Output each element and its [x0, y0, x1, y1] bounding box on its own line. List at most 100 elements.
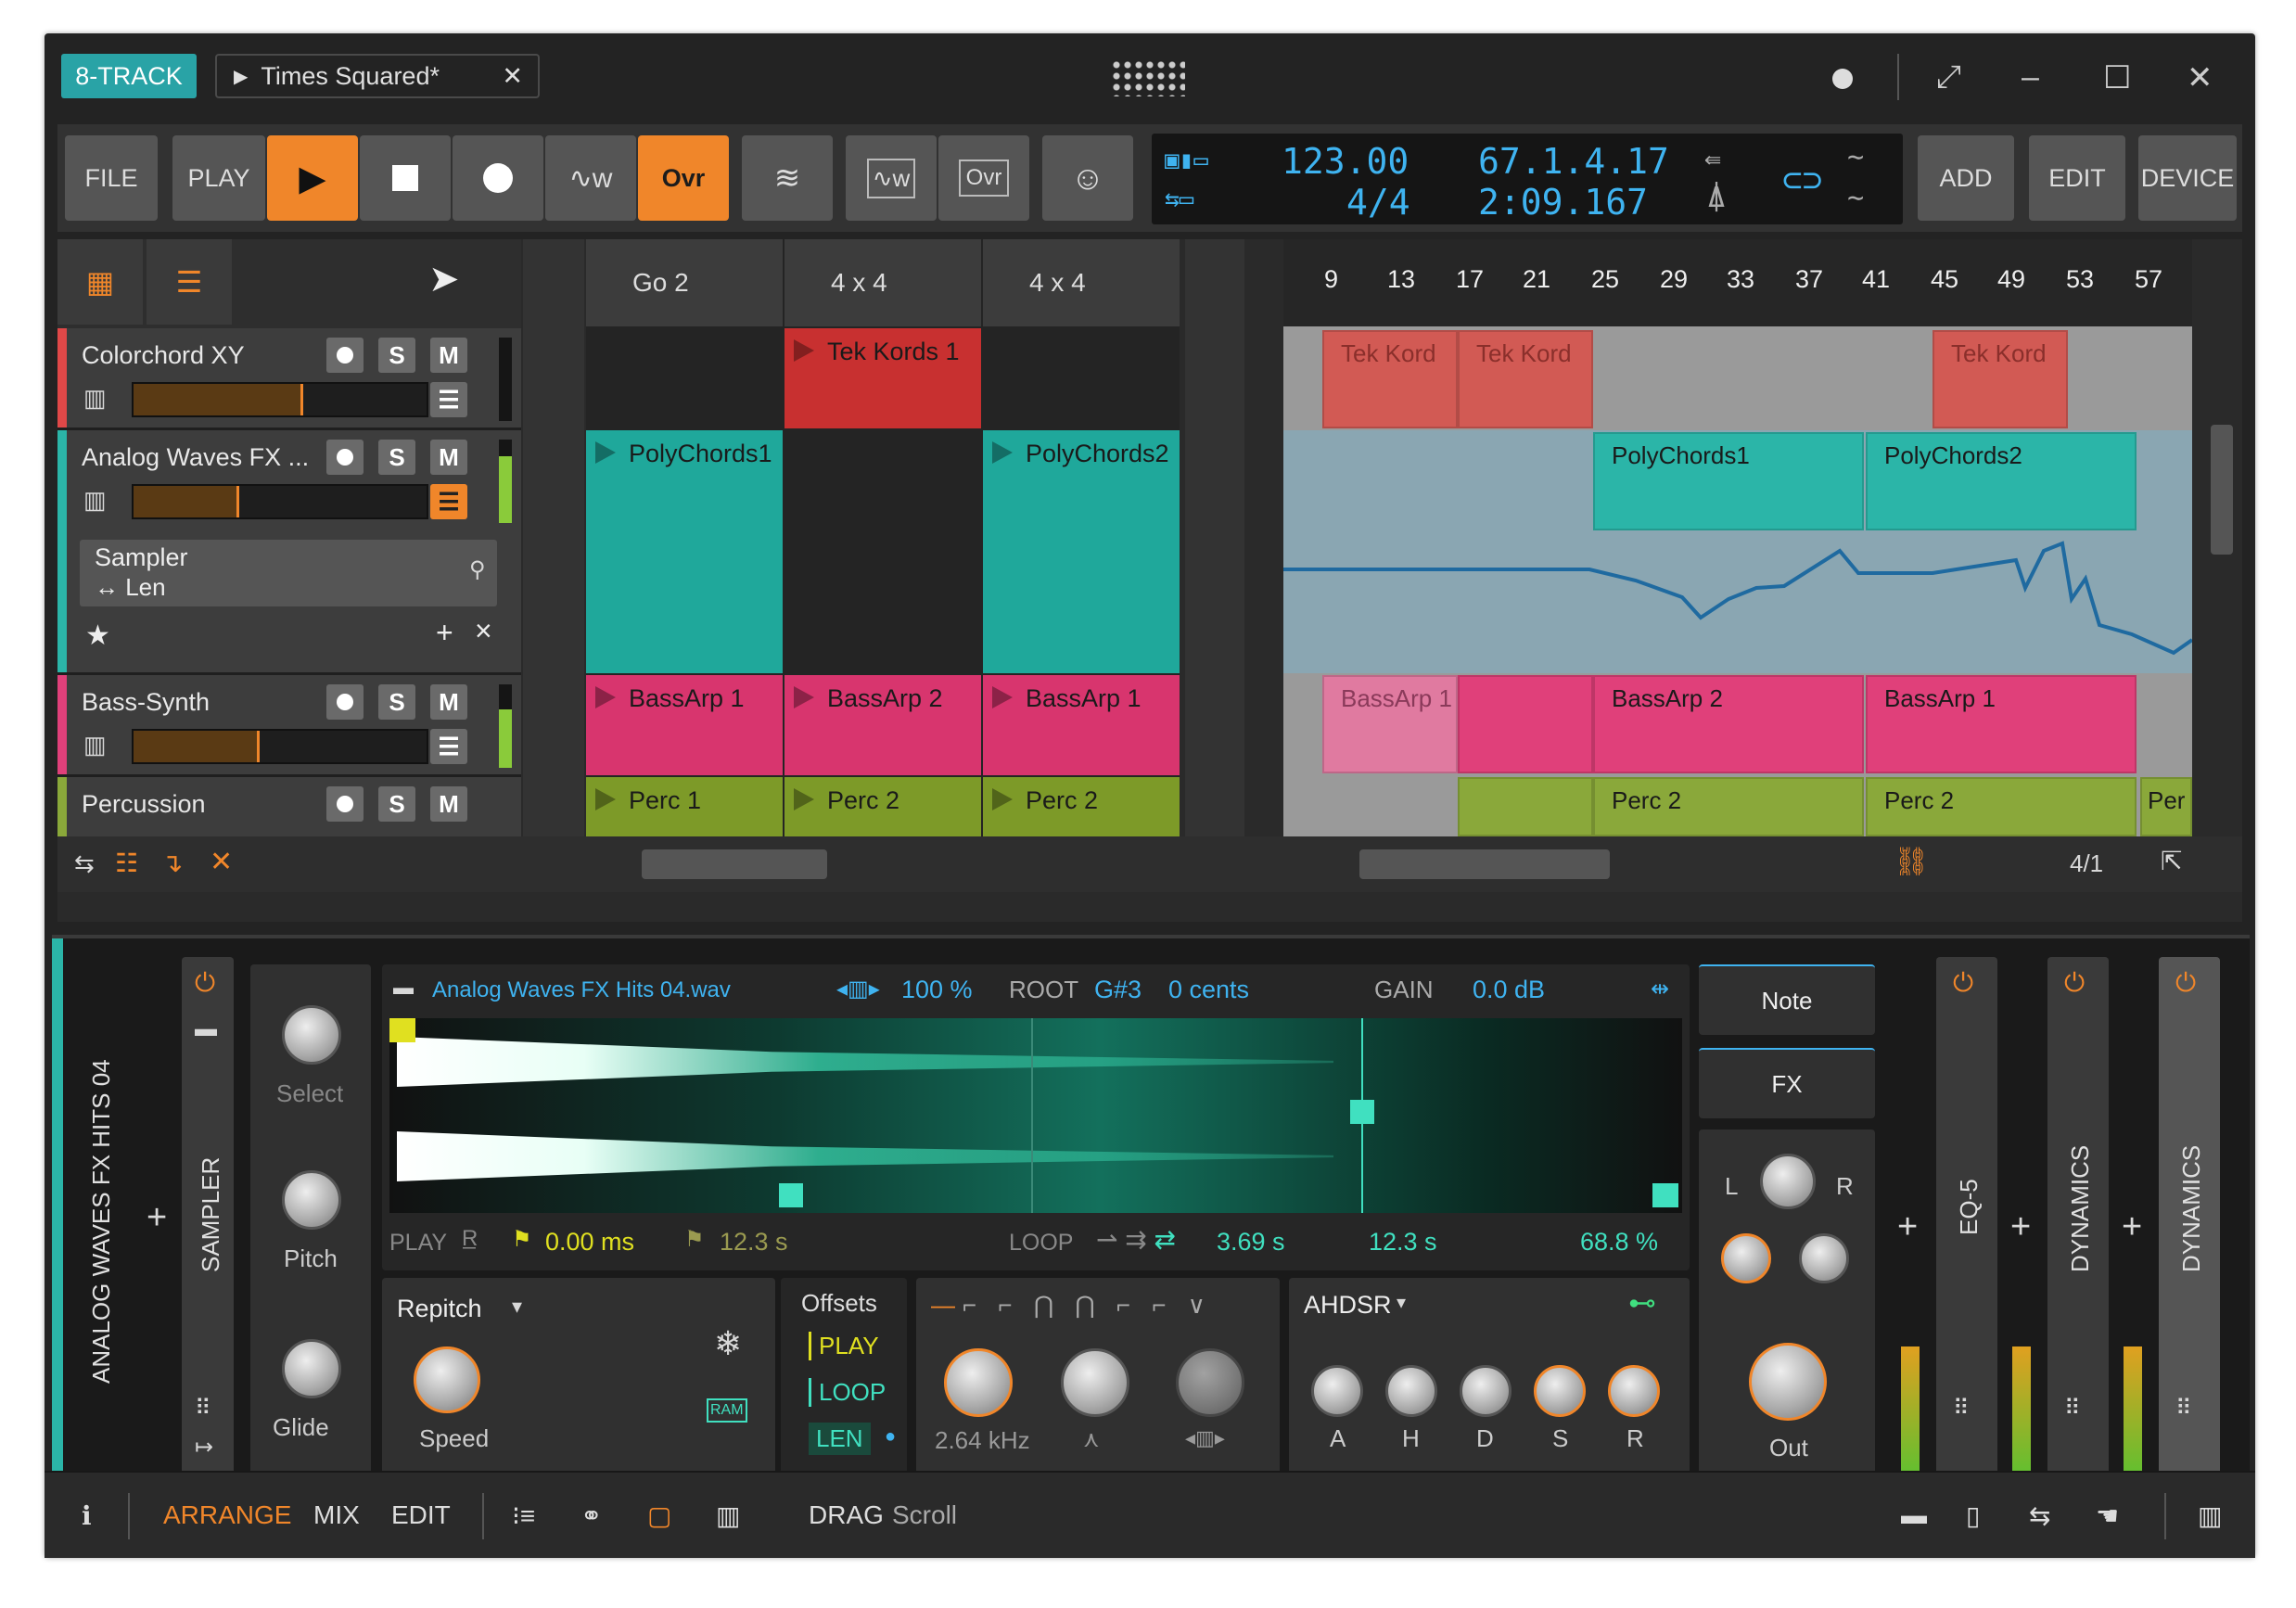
decay-knob[interactable] — [1460, 1365, 1512, 1417]
dots-icon[interactable]: ⠿ — [2175, 1395, 2192, 1422]
star-icon[interactable]: ★ — [85, 619, 110, 652]
track-name[interactable]: Percussion — [82, 790, 206, 819]
modulation-icon[interactable]: ⚭ — [580, 1500, 602, 1531]
add-button[interactable]: ADD — [1918, 135, 2014, 221]
folder-icon[interactable]: ▬ — [195, 1016, 217, 1042]
file-button[interactable]: FILE — [65, 135, 158, 221]
clip-bassarp-1[interactable]: BassArp 1 — [586, 675, 783, 775]
position-bars[interactable]: 67.1.4.17 — [1478, 141, 1669, 182]
note-tab[interactable]: Note — [1699, 964, 1875, 1035]
browser-icon[interactable]: ▬ — [1901, 1500, 1927, 1530]
end-marker[interactable] — [1652, 1183, 1678, 1207]
offset-loop[interactable]: LOOP — [809, 1378, 886, 1407]
punch-out-icon[interactable]: ∼ — [1847, 182, 1864, 214]
info-icon[interactable]: ℹ — [82, 1500, 92, 1531]
sampler-chip[interactable]: Sampler ↔ Len ⚲ — [80, 540, 497, 606]
scene-3[interactable]: 4 x 4 — [983, 239, 1180, 326]
release-icon[interactable]: R̲ — [462, 1226, 478, 1252]
expand-icon[interactable]: ↦ — [195, 1434, 213, 1461]
automation-curve[interactable] — [1283, 532, 2192, 673]
envelope-dropdown-icon[interactable]: ▾ — [1397, 1291, 1406, 1314]
list-view-icon[interactable]: ☰ — [147, 239, 232, 325]
arr-clip-perc-b[interactable]: Perc 2 — [1866, 777, 2137, 836]
track-menu-button[interactable]: ☰ — [430, 729, 467, 764]
mod-knob-1[interactable] — [1721, 1233, 1771, 1283]
sample-start[interactable]: 0.00 ms — [545, 1228, 634, 1257]
project-badge[interactable]: 8-TRACK — [61, 54, 197, 98]
mod-knob-2[interactable] — [1799, 1233, 1849, 1283]
close-tab-icon[interactable]: ✕ — [502, 62, 523, 91]
cents-value[interactable]: 0 cents — [1168, 976, 1249, 1004]
arr-clip-perc-0[interactable] — [1458, 777, 1593, 836]
out-knob[interactable] — [1749, 1343, 1827, 1421]
close-x-icon[interactable]: ✕ — [210, 846, 233, 878]
hold-knob[interactable] — [1385, 1365, 1437, 1417]
scroll-thumb[interactable] — [2211, 425, 2233, 555]
minimize-icon[interactable]: – — [2022, 59, 2039, 96]
arr-clip-perc-a[interactable]: Perc 2 — [1593, 777, 1864, 836]
track-name[interactable]: Analog Waves FX ... — [82, 443, 309, 472]
glide-knob[interactable] — [282, 1339, 341, 1398]
arm-button[interactable] — [326, 786, 364, 822]
power-icon[interactable]: ⏻ — [195, 968, 215, 999]
mode-dropdown-icon[interactable]: ▾ — [512, 1295, 522, 1319]
track-menu-button[interactable]: ☰ — [430, 382, 467, 417]
keyboard-icon[interactable]: ▥ — [2198, 1500, 2222, 1531]
arr-clip-bassarp-c[interactable]: BassArp 1 — [1866, 675, 2137, 773]
zoom-value[interactable]: 4/1 — [2070, 849, 2103, 878]
select-knob[interactable] — [282, 1005, 341, 1065]
hand-icon[interactable]: ☚ — [2096, 1500, 2119, 1531]
arr-clip-tek-b[interactable]: Tek Kord — [1458, 330, 1593, 428]
resonance-knob[interactable] — [1061, 1348, 1129, 1417]
clip-polychords-2[interactable]: PolyChords2 — [983, 430, 1180, 673]
maximize-icon[interactable]: ☐ — [2103, 59, 2131, 96]
loop-start-value[interactable]: 3.69 s — [1217, 1228, 1285, 1257]
volume-fader[interactable] — [132, 382, 428, 417]
arranger-hscroll[interactable] — [1359, 849, 1610, 879]
add-device-icon-3[interactable]: + — [2122, 1207, 2142, 1247]
key-track-knob[interactable] — [1176, 1348, 1244, 1417]
track-menu-button[interactable]: ☰ — [430, 484, 467, 519]
clip-perc-1[interactable]: Perc 1 — [586, 777, 783, 836]
arr-clip-polychords-1[interactable]: PolyChords1 — [1593, 432, 1864, 530]
tap-tempo-icon[interactable]: ⇚ — [1704, 143, 1721, 175]
arr-clip-polychords-2[interactable]: PolyChords2 — [1866, 432, 2137, 530]
arr-clip-tek-c[interactable]: Tek Kord — [1932, 330, 2068, 428]
io-icon[interactable]: ⇆ — [2029, 1500, 2050, 1531]
dots-icon[interactable]: ⠿ — [195, 1395, 211, 1422]
clip-overdub-button[interactable]: Ovr — [938, 135, 1029, 221]
launcher-hscroll[interactable] — [642, 849, 827, 879]
waveform-display[interactable] — [389, 1018, 1682, 1213]
power-icon[interactable]: ⏻ — [1953, 968, 1973, 999]
loop-end-value[interactable]: 12.3 s — [1369, 1228, 1437, 1257]
play-button[interactable]: ▶ — [267, 135, 358, 221]
swap-icon[interactable]: ⇆ — [74, 849, 95, 878]
cutoff-knob[interactable] — [944, 1348, 1013, 1417]
loop-mode-icons[interactable]: ⇀ ⇉ ⇄ — [1096, 1224, 1176, 1255]
gain-value[interactable]: 0.0 dB — [1473, 976, 1545, 1004]
arm-button[interactable] — [326, 684, 364, 720]
loop-fade-marker[interactable] — [1350, 1100, 1374, 1124]
layout-icon[interactable]: ☷ — [115, 848, 138, 878]
track-name[interactable]: Bass-Synth — [82, 688, 210, 717]
vertical-scrollbar[interactable] — [2205, 239, 2239, 836]
start-marker[interactable] — [389, 1018, 415, 1042]
record-dot-icon[interactable] — [1832, 69, 1853, 89]
arm-button[interactable] — [326, 338, 364, 373]
device-panel-icon[interactable]: ▢ — [647, 1500, 671, 1531]
pan-knob[interactable] — [1760, 1154, 1816, 1209]
sample-filename[interactable]: Analog Waves FX Hits 04.wav — [432, 977, 731, 1003]
pointer-tool-icon[interactable]: ➤ — [428, 258, 460, 300]
metronome-icon[interactable]: ⍋ — [1708, 182, 1725, 214]
mute-button[interactable]: M — [430, 684, 467, 720]
close-window-icon[interactable]: ✕ — [2187, 59, 2213, 96]
mute-button[interactable]: M — [430, 338, 467, 373]
ruler[interactable]: 9 13 17 21 25 29 33 37 41 45 49 53 57 — [1283, 239, 2192, 326]
filter-types[interactable]: —⌐ ⌐ ⋂ ⋂ ⌐ ⌐ ∨ — [931, 1291, 1213, 1320]
mute-button[interactable]: M — [430, 440, 467, 475]
mix-tab[interactable]: MIX — [313, 1500, 360, 1530]
clip-bassarp-2[interactable]: BassArp 2 — [784, 675, 981, 775]
track-name[interactable]: Colorchord XY — [82, 341, 245, 370]
clip-perc-2[interactable]: Perc 2 — [784, 777, 981, 836]
pitch-knob[interactable] — [282, 1170, 341, 1230]
